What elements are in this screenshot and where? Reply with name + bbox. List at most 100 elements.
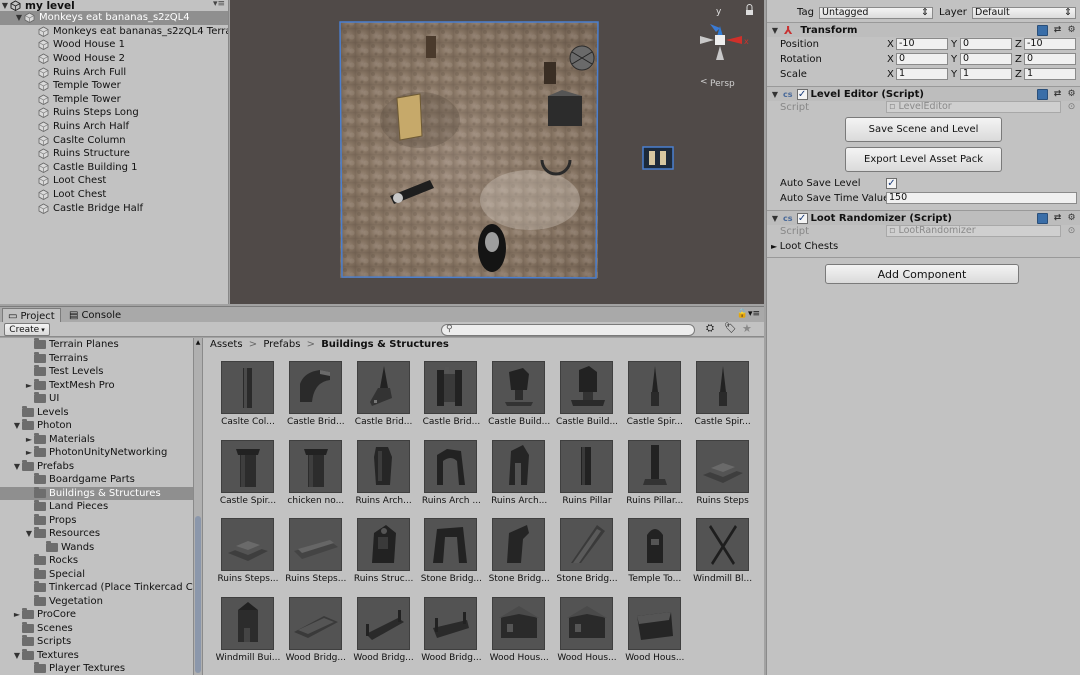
prefab-thumbnail[interactable] (492, 596, 546, 650)
asset-tile[interactable]: Windmill Bl... (693, 518, 763, 594)
asset-tile[interactable]: Wood Hous... (625, 596, 695, 673)
prefab-thumbnail[interactable] (627, 439, 681, 493)
prefab-thumbnail[interactable] (695, 518, 749, 571)
castle-bridge-object[interactable] (478, 224, 506, 272)
axis-z-label[interactable]: Z (1015, 39, 1022, 50)
folder-item[interactable]: Wands (0, 540, 193, 555)
prefab-thumbnail[interactable] (221, 361, 274, 414)
level-editor-component-header[interactable]: ▼ cs ✓ Level Editor (Script) ⇄ ⚙ (767, 86, 1080, 101)
axis-y-label[interactable]: Y (951, 69, 957, 80)
preset-icon[interactable]: ⇄ (1052, 25, 1063, 36)
folder-expand-arrow-icon[interactable]: ► (24, 381, 34, 390)
hierarchy-item[interactable]: Temple Tower (0, 93, 228, 107)
search-input[interactable]: ⚲ (441, 324, 695, 336)
prefab-thumbnail[interactable] (492, 518, 546, 571)
folder-item[interactable]: Boardgame Parts (0, 473, 193, 487)
prefab-thumbnail[interactable] (560, 361, 613, 414)
rotation-z-field[interactable]: 0 (1024, 53, 1076, 65)
asset-tile[interactable]: Ruins Arch ... (422, 439, 491, 516)
filter-by-label-icon[interactable]: 🏷 (724, 323, 737, 334)
axis-y-label[interactable]: Y (951, 54, 957, 65)
prefab-thumbnail[interactable] (560, 439, 613, 493)
hierarchy-item[interactable]: Castle Building 1 (0, 161, 228, 175)
position-y-field[interactable]: 0 (960, 38, 1012, 50)
scale-x-field[interactable]: 1 (896, 68, 948, 80)
hierarchy-item[interactable]: Ruins Structure (0, 147, 228, 161)
folder-item[interactable]: ► Materials (0, 432, 193, 447)
add-component-button[interactable]: Add Component (825, 264, 1019, 284)
folder-item[interactable]: ► PhotonUnityNetworking (0, 446, 193, 460)
prefab-thumbnail[interactable] (560, 518, 613, 571)
tab-project[interactable]: ▭ Project (2, 308, 61, 323)
collapse-arrow-icon[interactable]: ▼ (0, 1, 10, 10)
folder-expand-arrow-icon[interactable]: ► (24, 448, 34, 457)
asset-tile[interactable]: Ruins Pillar (559, 439, 627, 516)
folder-item[interactable]: ▼ Prefabs (0, 459, 193, 474)
help-icon[interactable] (1037, 213, 1048, 224)
asset-tile[interactable]: Ruins Arch... (355, 439, 424, 516)
scale-y-field[interactable]: 1 (960, 68, 1012, 80)
position-x-field[interactable]: -10 (896, 38, 948, 50)
asset-tile[interactable]: Temple To... (627, 518, 695, 594)
prefab-thumbnail[interactable] (492, 439, 546, 493)
prefab-thumbnail[interactable] (424, 439, 478, 493)
favorites-star-icon[interactable]: ★ (742, 322, 752, 335)
gear-icon[interactable]: ⚙ (1066, 89, 1077, 100)
asset-tile[interactable]: Wood Bridg... (421, 596, 491, 673)
folder-item[interactable]: Test Levels (0, 365, 193, 379)
help-icon[interactable] (1037, 25, 1048, 36)
hierarchy-item[interactable]: Monkeys eat bananas_s2zQL4 Terra (0, 25, 228, 39)
prefab-thumbnail[interactable] (356, 361, 410, 414)
asset-tile[interactable]: Ruins Steps... (217, 518, 288, 594)
asset-tile[interactable]: Ruins Pillar... (626, 439, 695, 516)
asset-tile[interactable]: Wood Bridg... (286, 596, 356, 673)
persp-label[interactable]: Persp (710, 79, 735, 89)
tag-dropdown[interactable]: Untagged ⇕ (819, 6, 933, 19)
terrain-plane[interactable] (339, 21, 599, 279)
folder-item[interactable]: ▼ Resources (0, 527, 193, 541)
asset-tile[interactable]: Castle Spir... (627, 361, 695, 437)
folder-expand-arrow-icon[interactable]: ▼ (12, 462, 22, 471)
folder-expand-arrow-icon[interactable]: ▼ (12, 651, 22, 660)
scrollbar-thumb[interactable] (195, 516, 201, 673)
asset-tile[interactable]: Castle Build... (488, 361, 559, 437)
scale-z-field[interactable]: 1 (1024, 68, 1076, 80)
loot-randomizer-component-header[interactable]: ▼ cs ✓ Loot Randomizer (Script) ⇄ ⚙ (767, 210, 1080, 225)
folder-item[interactable]: UI (0, 392, 193, 406)
object-picker-icon[interactable]: ⊙ (1066, 102, 1077, 113)
prefab-thumbnail[interactable] (695, 439, 749, 493)
axis-x-label[interactable]: X (887, 39, 894, 50)
auto-save-time-field[interactable]: 150 (886, 192, 1077, 204)
preset-icon[interactable]: ⇄ (1052, 89, 1063, 100)
asset-tile[interactable]: Wood Hous... (557, 596, 627, 673)
axis-x-label[interactable]: X (887, 54, 894, 65)
prefab-thumbnail[interactable] (356, 596, 410, 650)
asset-tile[interactable]: Windmill Bui... (216, 596, 288, 673)
hierarchy-item[interactable]: Castle Bridge Half (0, 201, 228, 215)
folder-item[interactable]: Props (0, 513, 193, 528)
asset-tile[interactable]: Ruins Steps... (285, 518, 356, 594)
folder-item[interactable]: ► TextMesh Pro (0, 378, 193, 393)
wood-house-object[interactable] (396, 93, 423, 141)
folder-item[interactable]: Rocks (0, 554, 193, 568)
asset-tile[interactable]: Wood Hous... (490, 596, 559, 673)
level-editor-enabled-checkbox[interactable]: ✓ (796, 88, 808, 100)
folder-item[interactable]: ▼ Photon (0, 419, 193, 433)
prefab-thumbnail[interactable] (627, 596, 681, 650)
folder-item[interactable]: Levels (0, 405, 193, 420)
hierarchy-item[interactable]: Ruins Arch Half (0, 120, 228, 134)
axis-x-label[interactable]: X (887, 69, 894, 80)
prefab-thumbnail[interactable] (221, 596, 274, 650)
prefab-thumbnail[interactable] (560, 596, 613, 650)
axis-y-label[interactable]: Y (951, 39, 957, 50)
hierarchy-item[interactable]: Loot Chest (0, 188, 228, 202)
prefab-thumbnail[interactable] (424, 361, 478, 414)
tab-console[interactable]: ▤ Console (64, 308, 126, 323)
asset-tile[interactable]: Ruins Arch... (491, 439, 559, 516)
prefab-thumbnail[interactable] (695, 361, 749, 414)
prefab-thumbnail[interactable] (356, 439, 410, 493)
loot-chests-foldout[interactable]: ► Loot Chests (771, 241, 838, 252)
loot-randomizer-enabled-checkbox[interactable]: ✓ (796, 212, 808, 224)
hierarchy-scene-header[interactable]: ▼ my level ▾≡ (0, 0, 228, 12)
create-button[interactable]: Create ▾ (4, 323, 50, 336)
